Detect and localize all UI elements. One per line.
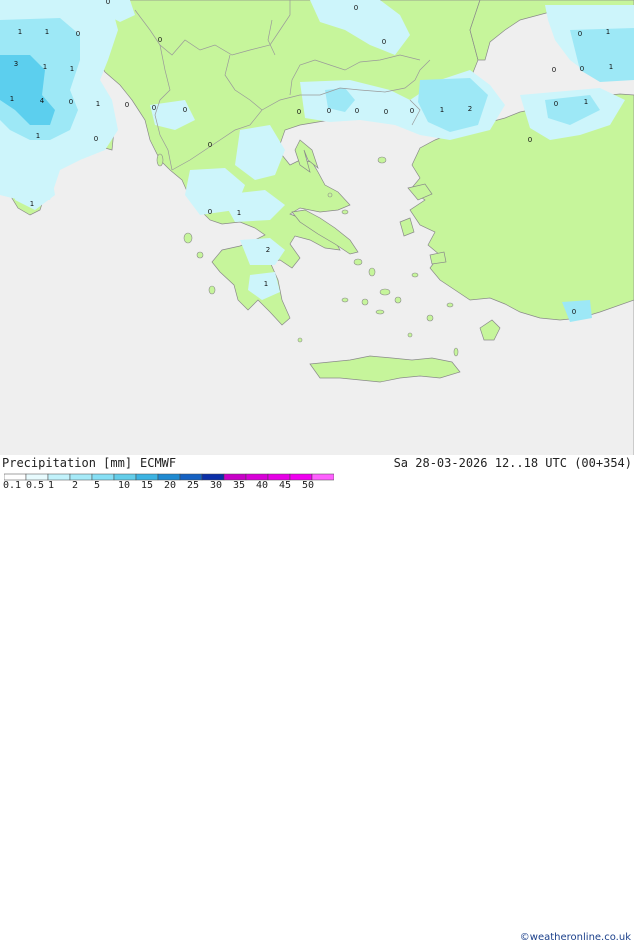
precip-value-label: 0 [327,107,331,115]
precip-value-label: 0 [552,66,556,74]
precip-value-label: 1 [36,132,40,140]
precip-value-label: 0 [410,107,414,115]
credit-text: ©weatheronline.co.uk [519,932,631,943]
color-scale-tick-label: 15 [141,480,154,491]
color-scale-tick-label: 45 [279,480,292,491]
color-scale-tick-label: 20 [164,480,177,491]
precip-value-label: 0 [297,108,301,116]
precip-value-label: 0 [554,100,558,108]
precip-value-label: 1 [10,95,14,103]
precip-value-label: 0 [106,0,110,6]
precip-value-label: 1 [584,98,588,106]
precip-value-label: 0 [384,108,388,116]
precip-value-label: 0 [355,107,359,115]
precipitation-map: 1 1 0 0 0 0 0 3 1 1 1 4 0 1 0 0 0 1 0 1 0 0 0 0 0 1 2 0 0 1 0 1 0 0 1 0 0 1 2 1… [0,0,634,455]
precip-value-label: 0 [208,208,212,216]
precip-value-label: 1 [606,28,610,36]
color-scale-tick-label: 2 [72,480,79,491]
precip-value-label: 1 [70,65,74,73]
precip-value-label: 0 [354,4,358,12]
precip-value-label: 1 [45,28,49,36]
precip-value-label: 1 [237,209,241,217]
color-scale-tick-label: 40 [256,480,269,491]
color-scale-tick-label: 35 [233,480,246,491]
precip-value-label: 0 [94,135,98,143]
precip-value-label: 0 [76,30,80,38]
precip-value-label: 0 [382,38,386,46]
precip-value-label: 2 [468,105,472,113]
color-scale-tick-label: 5 [94,480,101,491]
precip-value-label: 1 [609,63,613,71]
color-scale-tick-label: 10 [118,480,131,491]
forecast-datetime: Sa 28-03-2026 12..18 UTC (00+354) [393,456,632,470]
color-scale-ticks: 0.1 0.5 1 2 5 10 15 20 25 30 35 40 45 50 [0,480,634,492]
color-scale-tick-label: 1 [48,480,55,491]
precip-value-label: 0 [578,30,582,38]
precip-value-label: 0 [69,98,73,106]
precip-value-label: 0 [152,104,156,112]
precip-value-label: 1 [30,200,34,208]
precip-value-label: 0 [125,101,129,109]
precip-value-label: 4 [40,97,45,105]
precip-value-label: 3 [14,60,18,68]
color-scale-tick-label: 0.1 [3,480,22,491]
precip-value-label: 0 [208,141,212,149]
precip-value-label: 1 [264,280,268,288]
precip-value-label: 0 [158,36,162,44]
precip-value-label: 1 [440,106,444,114]
color-scale-tick-label: 25 [187,480,200,491]
precip-value-label: 0 [572,308,576,316]
precip-value-label: 1 [96,100,100,108]
precip-value-label: 0 [183,106,187,114]
precip-value-label: 0 [580,65,584,73]
precip-value-label: 0 [528,136,532,144]
color-scale-tick-label: 30 [210,480,223,491]
precip-value-label: 1 [43,63,47,71]
color-scale-tick-label: 50 [302,480,315,491]
legend-title: Precipitation [mm] [2,456,133,470]
model-name: ECMWF [140,456,177,470]
precip-value-label: 1 [18,28,22,36]
precip-value-label: 2 [266,246,270,254]
color-scale-tick-label: 0.5 [26,480,45,491]
